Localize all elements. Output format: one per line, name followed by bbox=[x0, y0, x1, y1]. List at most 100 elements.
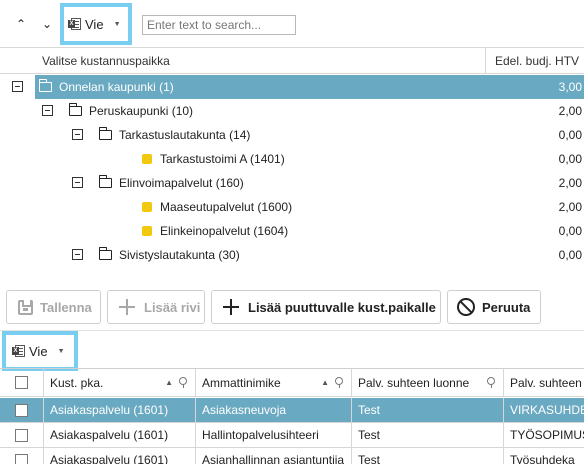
cell-text: Asiakaspalvelu (1601) bbox=[50, 403, 169, 417]
filter-icon[interactable] bbox=[179, 377, 187, 388]
tree-row[interactable]: Tarkastuslautakunta (14) 0,00 bbox=[0, 123, 584, 147]
add-missing-button[interactable]: Lisää puuttuvalle kust.paikalle bbox=[211, 290, 441, 324]
row-select-cell bbox=[0, 448, 44, 464]
table-cell[interactable]: TYÖSOPIMUS bbox=[504, 423, 584, 447]
tree-body: Onnelan kaupunki (1) 3,00 Peruskaupunki (1… bbox=[0, 75, 584, 265]
filter-icon[interactable] bbox=[335, 377, 343, 388]
tree-node-label: Onnelan kaupunki (1) bbox=[59, 80, 174, 94]
tree-node-label: Tarkastustoimi A (1401) bbox=[160, 152, 285, 166]
table-row[interactable]: Asiakaspalvelu (1601) Asianhallinnan asia… bbox=[0, 448, 584, 464]
collapse-toggle-icon[interactable] bbox=[12, 81, 23, 92]
row-checkbox[interactable] bbox=[15, 453, 28, 464]
folder-icon bbox=[68, 103, 82, 116]
export-label: Vie bbox=[29, 343, 48, 359]
cell-text: Asiakaspalvelu (1601) bbox=[50, 428, 169, 442]
plus-icon bbox=[117, 297, 137, 317]
table-cell[interactable]: Asiakaspalvelu (1601) bbox=[44, 423, 196, 447]
cell-text: Hallintopalvelusihteeri bbox=[202, 428, 319, 442]
table-cell[interactable]: Test bbox=[352, 398, 504, 422]
save-icon bbox=[18, 299, 33, 315]
excel-icon: X bbox=[12, 345, 25, 357]
tree-node-value: 0,00 bbox=[558, 248, 582, 262]
cell-text: TYÖSOPIMUS bbox=[510, 428, 584, 442]
cell-text: Asianhallinnan asiantuntija bbox=[202, 453, 345, 464]
save-button[interactable]: Tallenna bbox=[6, 290, 101, 324]
table-cell[interactable]: Asiakaspalvelu (1601) bbox=[44, 398, 196, 422]
export-button[interactable]: X Vie ▼ bbox=[12, 342, 65, 360]
column-header-cost-center[interactable]: Valitse kustannuspaikka bbox=[42, 54, 170, 68]
tree-node-value: 0,00 bbox=[558, 128, 582, 142]
column-divider[interactable] bbox=[485, 48, 486, 74]
table-row[interactable]: Asiakaspalvelu (1601) Asiakasneuvoja Test V… bbox=[0, 398, 584, 423]
column-header-employment-type[interactable]: Palv. suhteen bbox=[504, 369, 584, 396]
tree-node-label: Sivistyslautakunta (30) bbox=[119, 248, 240, 262]
tree-row[interactable]: Tarkastustoimi A (1401) 0,00 bbox=[0, 147, 584, 171]
table-cell[interactable]: VIRKASUHDE bbox=[504, 398, 584, 422]
cancel-button[interactable]: Peruuta bbox=[447, 290, 541, 324]
collapse-toggle-icon[interactable] bbox=[72, 177, 83, 188]
sort-up-icon[interactable]: ▲ bbox=[321, 378, 329, 387]
tree-row[interactable]: Elinvoimapalvelut (160) 2,00 bbox=[0, 171, 584, 195]
table-cell[interactable]: Hallintopalvelusihteeri bbox=[196, 423, 352, 447]
filter-icon[interactable] bbox=[487, 377, 495, 388]
search-input[interactable] bbox=[142, 15, 296, 35]
folder-icon bbox=[38, 79, 52, 92]
top-toolbar: ⌃ ⌄ X Vie ▼ bbox=[0, 0, 584, 46]
cell-text: Asiakasneuvoja bbox=[202, 403, 287, 417]
row-checkbox[interactable] bbox=[15, 428, 28, 442]
tree-node-label: Peruskaupunki (10) bbox=[89, 104, 194, 118]
export-highlight: X Vie ▼ bbox=[60, 3, 132, 45]
folder-icon bbox=[98, 247, 112, 260]
table-row[interactable]: Asiakaspalvelu (1601) Hallintopalvelusiht… bbox=[0, 423, 584, 448]
row-select-cell bbox=[0, 423, 44, 447]
cell-text: Työsuhdeka bbox=[510, 453, 575, 464]
tree-row[interactable]: Maaseutupalvelut (1600) 2,00 bbox=[0, 195, 584, 219]
tree-row[interactable]: Elinkeinopalvelut (1604) 0,00 bbox=[0, 219, 584, 243]
cancel-icon bbox=[457, 298, 475, 316]
tree-row[interactable]: Onnelan kaupunki (1) 3,00 bbox=[0, 75, 584, 99]
collapse-toggle-icon[interactable] bbox=[42, 105, 53, 116]
cell-text: Test bbox=[358, 453, 381, 464]
cell-text: Asiakaspalvelu (1601) bbox=[50, 453, 169, 464]
cell-text: VIRKASUHDE bbox=[510, 403, 584, 417]
add-row-label: Lisää rivi bbox=[144, 299, 201, 315]
table-cell[interactable]: Test bbox=[352, 448, 504, 464]
column-header-budget-htv[interactable]: Edel. budj. HTV bbox=[495, 54, 579, 68]
chevron-up-icon[interactable]: ⌃ bbox=[12, 14, 30, 34]
sort-up-icon[interactable]: ▲ bbox=[165, 378, 173, 387]
select-all-checkbox[interactable] bbox=[15, 376, 28, 389]
column-header-cost-center[interactable]: Kust. pka. ▲ bbox=[44, 369, 196, 396]
action-bar: Tallenna Lisää rivi Lisää puuttuvalle ku… bbox=[0, 290, 584, 326]
table-cell[interactable]: Test bbox=[352, 423, 504, 447]
chevron-down-icon[interactable]: ⌄ bbox=[38, 14, 56, 34]
row-checkbox[interactable] bbox=[15, 403, 28, 417]
folder-icon bbox=[98, 175, 112, 188]
tree-row[interactable]: Sivistyslautakunta (30) 0,00 bbox=[0, 243, 584, 265]
table-cell[interactable]: Työsuhdeka bbox=[504, 448, 584, 464]
column-header-label: Kust. pka. bbox=[50, 375, 104, 390]
caret-down-icon: ▼ bbox=[113, 20, 121, 28]
add-row-button[interactable]: Lisää rivi bbox=[107, 290, 205, 324]
cell-text: Test bbox=[358, 403, 381, 417]
plus-icon bbox=[221, 297, 241, 317]
export-button[interactable]: X Vie ▼ bbox=[68, 15, 121, 33]
cell-text: Test bbox=[358, 428, 381, 442]
tree-node-label: Maaseutupalvelut (1600) bbox=[160, 200, 293, 214]
export-label: Vie bbox=[85, 16, 104, 32]
collapse-toggle-icon[interactable] bbox=[72, 249, 83, 260]
table-cell[interactable]: Asianhallinnan asiantuntija bbox=[196, 448, 352, 464]
table-cell[interactable]: Asiakaspalvelu (1601) bbox=[44, 448, 196, 464]
folder-icon bbox=[98, 127, 112, 140]
table-cell[interactable]: Asiakasneuvoja bbox=[196, 398, 352, 422]
tree-node-label: Tarkastuslautakunta (14) bbox=[119, 128, 251, 142]
column-header-label: Ammattinimike bbox=[202, 375, 281, 390]
column-header-job-title[interactable]: Ammattinimike ▲ bbox=[196, 369, 352, 396]
column-header-label: Palv. suhteen bbox=[510, 375, 582, 390]
export-highlight: X Vie ▼ bbox=[2, 331, 78, 371]
tree-node-value: 2,00 bbox=[558, 104, 582, 118]
column-header-employment-nature[interactable]: Palv. suhteen luonne bbox=[352, 369, 504, 396]
tree-row[interactable]: Peruskaupunki (10) 2,00 bbox=[0, 99, 584, 123]
grid-header-row: Kust. pka. ▲ Ammattinimike ▲ Palv. suhte… bbox=[0, 369, 584, 397]
collapse-toggle-icon[interactable] bbox=[72, 129, 83, 140]
column-header-label: Palv. suhteen luonne bbox=[358, 375, 470, 390]
